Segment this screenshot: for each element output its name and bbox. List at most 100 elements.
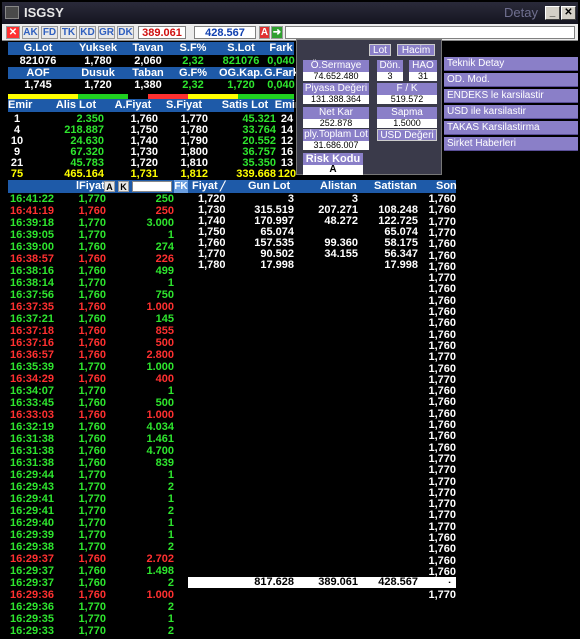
trade-price: 1,760: [78, 457, 106, 469]
hacim-button[interactable]: Hacim: [397, 44, 435, 56]
arrow-right-icon[interactable]: ➜: [271, 26, 283, 39]
trade-price: 1,760: [78, 421, 106, 433]
son-value: 1,770: [428, 215, 456, 228]
alis-total-field: 389.061: [138, 26, 186, 39]
trade-time: 16:32:19: [10, 421, 55, 433]
son-value: 1,760: [428, 283, 456, 296]
menu-item[interactable]: TAKAS Karsilastirma: [444, 121, 578, 135]
menu-item[interactable]: ENDEKS le karsilastir: [444, 89, 578, 103]
depth-cell: 465.164: [64, 168, 104, 180]
trade-lot: 1: [167, 229, 174, 241]
trade-time: 16:29:40: [10, 517, 55, 529]
summary-value-1: 1,780: [84, 55, 112, 67]
trade-price: 1,770: [78, 601, 106, 613]
trade-lot: 2: [167, 625, 174, 637]
trade-price: 1,770: [78, 361, 106, 373]
menu-item[interactable]: Teknik Detay: [444, 57, 578, 71]
depth-header-1: Alis Lot: [55, 99, 97, 111]
summary-value-3: 2,32: [182, 55, 204, 67]
trade-lot: 500: [155, 337, 174, 349]
trades-k-button[interactable]: K: [118, 181, 129, 192]
trade-price: 1,760: [78, 325, 106, 337]
tab-ak[interactable]: AK: [22, 26, 39, 39]
toolbar: ✕ AK FD TK KD GR DK 389.061 428.567 A ➜: [2, 24, 578, 41]
sapma-label: Sapma: [377, 107, 437, 119]
trade-time: 16:39:18: [10, 217, 55, 229]
summary-value-2: 2,060: [134, 55, 162, 67]
depth-header-4: Satis Lot: [221, 99, 269, 111]
trade-lot: 750: [155, 289, 174, 301]
trades-fk-header[interactable]: FK: [174, 180, 188, 193]
title-bar[interactable]: ISGSY Detay _ ✕: [2, 2, 578, 24]
trade-lot: 1: [167, 277, 174, 289]
summary-value-5: 0,040: [267, 55, 295, 67]
trade-price: 1,760: [78, 409, 106, 421]
summary-value-0: 1,745: [24, 79, 52, 91]
trade-time: 16:33:03: [10, 409, 55, 421]
tab-fd[interactable]: FD: [41, 26, 58, 39]
trade-lot: 1.000: [146, 361, 174, 373]
trade-time: 16:39:00: [10, 241, 55, 253]
trade-price: 1,770: [78, 229, 106, 241]
usd-degeri-button[interactable]: USD Değeri: [377, 129, 437, 141]
satis-total-field: 428.567: [194, 26, 256, 39]
tab-tk[interactable]: TK: [60, 26, 77, 39]
hao-value: 31: [409, 72, 437, 81]
trade-lot: 4.700: [146, 445, 174, 457]
trade-time: 16:41:19: [10, 205, 55, 217]
tab-kd[interactable]: KD: [79, 26, 96, 39]
vol-gunlot-header[interactable]: Gun Lot: [248, 180, 290, 193]
trade-price: 1,760: [78, 253, 106, 265]
tab-gr[interactable]: GR: [98, 26, 115, 39]
trade-price: 1,770: [78, 529, 106, 541]
trade-lot: 2: [167, 601, 174, 613]
close-x-icon[interactable]: ✕: [6, 26, 20, 39]
trade-time: 16:33:45: [10, 397, 55, 409]
net-kar-label: Net Kar: [303, 107, 369, 119]
vol-alistan-header[interactable]: Alistan: [320, 180, 357, 193]
trade-time: 16:35:39: [10, 361, 55, 373]
trade-time: 16:37:21: [10, 313, 55, 325]
vol-fiyat-header[interactable]: Fiyat: [192, 180, 218, 193]
trade-time: 16:29:43: [10, 481, 55, 493]
trade-time: 16:29:37: [10, 565, 55, 577]
trade-lot: 400: [155, 373, 174, 385]
trade-lot: 2: [167, 541, 174, 553]
son-value: 1,770: [428, 588, 456, 601]
trade-time: 16:31:38: [10, 445, 55, 457]
trade-price: 1,770: [78, 217, 106, 229]
a-button[interactable]: A: [259, 26, 270, 39]
summary-value-4: 821076: [222, 55, 260, 67]
minimize-button[interactable]: _: [545, 6, 560, 20]
trade-time: 16:37:35: [10, 301, 55, 313]
lot-button[interactable]: Lot: [369, 44, 391, 56]
trades-a-button[interactable]: A: [104, 181, 115, 192]
trade-price: 1,770: [78, 277, 106, 289]
menu-item[interactable]: USD ile karsilastir: [444, 105, 578, 119]
trade-price: 1,770: [78, 481, 106, 493]
trade-time: 16:39:05: [10, 229, 55, 241]
vol-son-header[interactable]: Son: [436, 180, 457, 193]
trade-time: 16:38:14: [10, 277, 55, 289]
trade-lot: 1.461: [146, 433, 174, 445]
menu-item[interactable]: OD. Mod.: [444, 73, 578, 87]
vol-price: 1,780: [198, 259, 226, 271]
trade-lot: 2: [167, 505, 174, 517]
trade-price: 1,760: [78, 349, 106, 361]
depth-cell: 339.668: [236, 168, 276, 180]
trades-filter-input[interactable]: [132, 181, 172, 192]
don-value: 3: [377, 72, 403, 81]
trading-window: ISGSY Detay _ ✕ ✕ AK FD TK KD GR DK 389.…: [0, 0, 580, 639]
symbol-input[interactable]: [285, 26, 575, 39]
trade-time: 16:29:35: [10, 613, 55, 625]
trade-lot: 1: [167, 613, 174, 625]
trade-lot: 1.498: [146, 565, 174, 577]
trade-time: 16:29:33: [10, 625, 55, 637]
vol-satistan: 17.998: [384, 259, 418, 271]
summary-value-5: 0,040: [267, 79, 295, 91]
tab-dk[interactable]: DK: [117, 26, 134, 39]
ply-label: ply.Toplam Lot: [303, 129, 369, 141]
close-button[interactable]: ✕: [561, 6, 576, 20]
vol-satistan-header[interactable]: Satistan: [374, 180, 417, 193]
menu-item[interactable]: Sirket Haberleri: [444, 137, 578, 151]
